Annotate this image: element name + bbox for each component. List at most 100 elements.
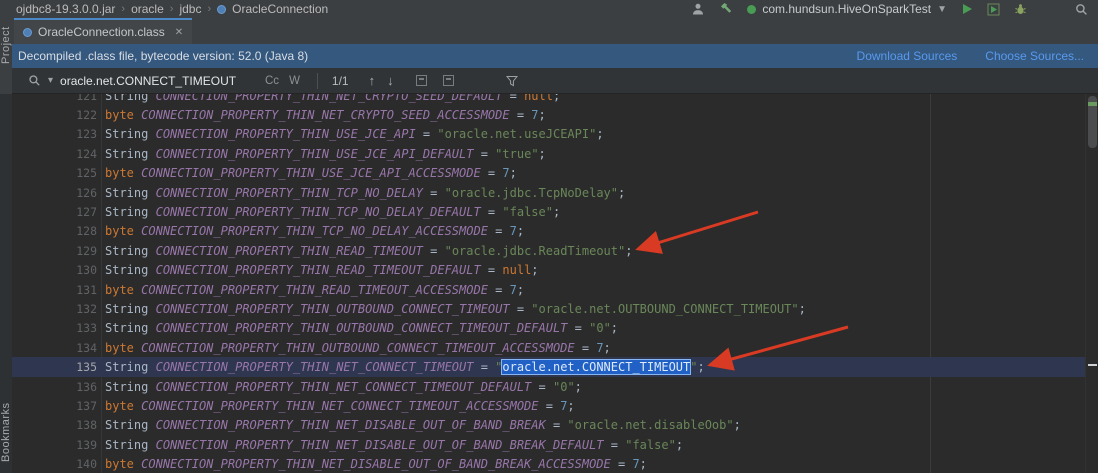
code-line[interactable]: 133String CONNECTION_PROPERTY_THIN_OUTBO… — [12, 319, 1085, 338]
code-text: String CONNECTION_PROPERTY_THIN_READ_TIM… — [97, 244, 632, 258]
search-history-chevron-icon[interactable]: ▾ — [48, 75, 53, 86]
code-line[interactable]: 137byte CONNECTION_PROPERTY_THIN_NET_CON… — [12, 396, 1085, 415]
code-text: String CONNECTION_PROPERTY_THIN_TCP_NO_D… — [97, 186, 625, 200]
line-number[interactable]: 123 — [12, 127, 97, 141]
run-coverage-button[interactable] — [987, 3, 1000, 16]
selected-search-match[interactable]: oracle.net.CONNECT_TIMEOUT — [502, 360, 690, 374]
breadcrumb-class[interactable]: OracleConnection — [232, 2, 328, 16]
next-match-icon[interactable]: ↓ — [381, 73, 400, 88]
code-line[interactable]: 135String CONNECTION_PROPERTY_THIN_NET_C… — [12, 357, 1085, 376]
run-button[interactable] — [961, 3, 973, 15]
code-text: String CONNECTION_PROPERTY_THIN_TCP_NO_D… — [97, 205, 560, 219]
line-number[interactable]: 138 — [12, 418, 97, 432]
code-text: String CONNECTION_PROPERTY_THIN_NET_CONN… — [97, 380, 582, 394]
code-line[interactable]: 136String CONNECTION_PROPERTY_THIN_NET_C… — [12, 377, 1085, 396]
line-number[interactable]: 139 — [12, 438, 97, 452]
filter-funnel-icon[interactable] — [506, 75, 518, 87]
breadcrumb-separator: › — [170, 3, 174, 15]
search-everywhere-icon[interactable] — [1075, 3, 1088, 16]
breadcrumb-separator: › — [207, 3, 211, 15]
breadcrumb-jdbc[interactable]: jdbc — [179, 2, 201, 16]
search-match-stripe-mark[interactable] — [1088, 364, 1097, 366]
code-line[interactable]: 138String CONNECTION_PROPERTY_THIN_NET_D… — [12, 416, 1085, 435]
search-query-text: oracle.net.CONNECT_TIMEOUT — [60, 74, 236, 88]
line-number[interactable]: 134 — [12, 341, 97, 355]
line-number[interactable]: 132 — [12, 302, 97, 316]
line-number[interactable]: 131 — [12, 283, 97, 297]
chevron-down-icon: ▼ — [937, 4, 947, 15]
inspection-status-mark — [1088, 102, 1097, 106]
code-line[interactable]: 121String CONNECTION_PROPERTY_THIN_NET_C… — [12, 94, 1085, 105]
code-text: byte CONNECTION_PROPERTY_THIN_USE_JCE_AP… — [97, 166, 517, 180]
code-line[interactable]: 131byte CONNECTION_PROPERTY_THIN_READ_TI… — [12, 280, 1085, 299]
code-text: byte CONNECTION_PROPERTY_THIN_NET_CRYPTO… — [97, 108, 546, 122]
breadcrumb: ojdbc8-19.3.0.0.jar › oracle › jdbc › Or… — [16, 2, 328, 16]
code-text: String CONNECTION_PROPERTY_THIN_OUTBOUND… — [97, 321, 618, 335]
code-line[interactable]: 130String CONNECTION_PROPERTY_THIN_READ_… — [12, 261, 1085, 280]
line-number[interactable]: 126 — [12, 186, 97, 200]
line-number[interactable]: 137 — [12, 399, 97, 413]
code-line[interactable]: 126String CONNECTION_PROPERTY_THIN_TCP_N… — [12, 183, 1085, 202]
class-file-icon — [23, 28, 32, 37]
line-number[interactable]: 128 — [12, 224, 97, 238]
download-sources-link[interactable]: Download Sources — [857, 49, 958, 63]
line-number[interactable]: 135 — [12, 360, 97, 374]
debug-bug-icon[interactable] — [1014, 3, 1027, 16]
run-config-icon — [747, 5, 756, 14]
run-config-label: com.hundsun.HiveOnSparkTest — [762, 2, 931, 16]
code-line[interactable]: 127String CONNECTION_PROPERTY_THIN_TCP_N… — [12, 202, 1085, 221]
code-line[interactable]: 122byte CONNECTION_PROPERTY_THIN_NET_CRY… — [12, 105, 1085, 124]
sidebar-item-project[interactable]: Project — [0, 10, 12, 64]
build-hammer-icon[interactable] — [719, 2, 733, 16]
tab-label: OracleConnection.class — [38, 25, 165, 39]
line-number[interactable]: 122 — [12, 108, 97, 122]
line-number[interactable]: 125 — [12, 166, 97, 180]
line-number[interactable]: 129 — [12, 244, 97, 258]
toolbar-separator — [317, 73, 318, 89]
line-number[interactable]: 121 — [12, 94, 97, 103]
breadcrumb-oracle[interactable]: oracle — [131, 2, 164, 16]
class-icon — [217, 5, 226, 14]
code-line[interactable]: 129String CONNECTION_PROPERTY_THIN_READ_… — [12, 241, 1085, 260]
code-text: String CONNECTION_PROPERTY_THIN_NET_DISA… — [97, 438, 683, 452]
close-icon[interactable]: ✕ — [175, 27, 183, 38]
breadcrumb-separator: › — [121, 3, 125, 15]
choose-sources-link[interactable]: Choose Sources... — [985, 49, 1084, 63]
code-line[interactable]: 124String CONNECTION_PROPERTY_THIN_USE_J… — [12, 144, 1085, 163]
code-line[interactable]: 123String CONNECTION_PROPERTY_THIN_USE_J… — [12, 125, 1085, 144]
code-line[interactable]: 125byte CONNECTION_PROPERTY_THIN_USE_JCE… — [12, 164, 1085, 183]
sidebar-item-bookmarks[interactable]: Bookmarks — [0, 390, 12, 462]
previous-match-icon[interactable]: ↑ — [363, 73, 382, 88]
code-editor[interactable]: 121 String CONNECTION_PROPERTY_THIN_NET_C… — [12, 94, 1085, 473]
code-lines: 121 String CONNECTION_PROPERTY_THIN_NET_C… — [12, 94, 1085, 473]
code-line[interactable]: 132String CONNECTION_PROPERTY_THIN_OUTBO… — [12, 299, 1085, 318]
line-number[interactable]: 127 — [12, 205, 97, 219]
match-count: 1/1 — [332, 74, 349, 88]
line-number[interactable]: 130 — [12, 263, 97, 277]
line-number[interactable]: 136 — [12, 380, 97, 394]
code-line[interactable]: 128byte CONNECTION_PROPERTY_THIN_TCP_NO_… — [12, 222, 1085, 241]
line-number[interactable]: 124 — [12, 147, 97, 161]
line-number[interactable]: 133 — [12, 321, 97, 335]
code-line[interactable]: 139String CONNECTION_PROPERTY_THIN_NET_D… — [12, 435, 1085, 454]
line-number[interactable]: 140 — [12, 457, 97, 471]
find-option-icon-1[interactable] — [416, 75, 427, 86]
search-input[interactable]: ▾ oracle.net.CONNECT_TIMEOUT — [28, 74, 260, 88]
code-line[interactable]: 140byte CONNECTION_PROPERTY_THIN_NET_DIS… — [12, 454, 1085, 473]
code-text: byte CONNECTION_PROPERTY_THIN_OUTBOUND_C… — [97, 341, 611, 355]
code-text: String CONNECTION_PROPERTY_THIN_NET_DISA… — [97, 418, 741, 432]
editor-scrollbar[interactable] — [1085, 94, 1098, 473]
code-line[interactable]: 134byte CONNECTION_PROPERTY_THIN_OUTBOUN… — [12, 338, 1085, 357]
tab-oracleconnection-class[interactable]: OracleConnection.class ✕ — [14, 18, 192, 44]
code-text: byte CONNECTION_PROPERTY_THIN_READ_TIMEO… — [97, 283, 524, 297]
code-text: byte CONNECTION_PROPERTY_THIN_TCP_NO_DEL… — [97, 224, 524, 238]
match-case-toggle[interactable]: Cc — [260, 75, 284, 87]
find-option-icon-2[interactable] — [443, 75, 454, 86]
breadcrumb-jar[interactable]: ojdbc8-19.3.0.0.jar — [16, 2, 115, 16]
words-toggle[interactable]: W — [284, 75, 305, 87]
run-configuration-select[interactable]: com.hundsun.HiveOnSparkTest ▼ — [747, 2, 947, 16]
code-text: String CONNECTION_PROPERTY_THIN_NET_CONN… — [97, 360, 705, 374]
users-icon[interactable] — [691, 2, 705, 16]
banner-message: Decompiled .class file, bytecode version… — [18, 49, 308, 63]
navigation-bar: ojdbc8-19.3.0.0.jar › oracle › jdbc › Or… — [0, 0, 1098, 18]
